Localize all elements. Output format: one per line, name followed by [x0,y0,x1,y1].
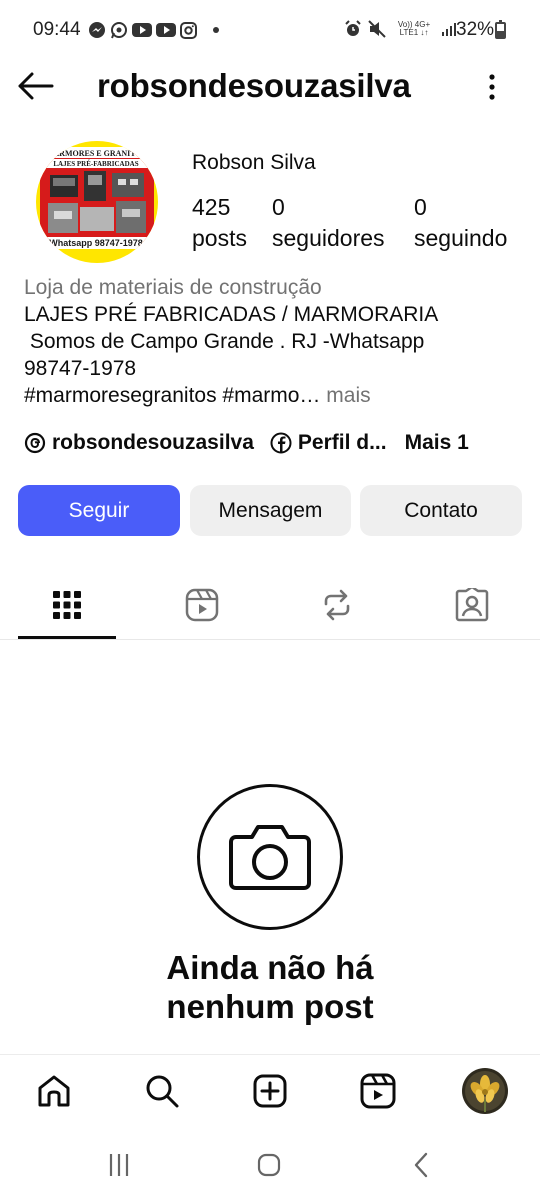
avatar-image: MARMORES E GRANITOS LAJES PRÉ-FABRICADAS… [36,141,158,263]
profile-links: robsondesouzasilva Perfil d... Mais 1 [24,428,469,458]
status-bar: 09:44 Vo)) 4G+ LTE1 ↓↑ 32% [0,0,540,62]
messenger-icon [89,22,105,38]
status-app-icons [88,21,197,39]
network-indicator: Vo)) 4G+ LTE1 ↓↑ [392,21,436,37]
arrow-left-icon [18,72,54,100]
youtube-icon [156,23,176,37]
bio-line: LAJES PRÉ FABRICADAS / MARMORARIA [24,303,439,326]
signal-icon [442,23,456,36]
recent-apps-button[interactable] [102,1150,136,1180]
profile-username: robsondesouzasilva [97,67,411,104]
reels-icon [185,588,219,622]
stat-following-count: 0 [414,194,427,220]
bottom-navigation [0,1054,540,1132]
facebook-link-label: Perfil d... [297,431,387,454]
profile-category: Loja de materiais de construção [24,276,322,299]
profile-full-name: Robson Silva [192,151,316,174]
reels-icon [360,1073,396,1109]
empty-state-message: Ainda não há nenhum post [120,948,420,1026]
network-bottom: LTE1 ↓↑ [399,28,429,37]
empty-state-line2: nenhum post [166,988,374,1025]
nav-reels[interactable] [356,1069,400,1113]
stat-posts[interactable]: 425 posts [192,192,247,254]
nav-create[interactable] [248,1069,292,1113]
more-links-button[interactable]: Mais 1 [405,431,469,455]
flower-avatar-image [462,1068,508,1114]
system-navigation-bar [0,1132,540,1200]
follow-button[interactable]: Seguir [18,485,180,536]
stat-posts-count: 425 [192,194,231,220]
tabs-divider [0,639,540,640]
instagram-icon [180,21,197,39]
stat-following[interactable]: 0 seguindo [414,192,507,254]
grid-icon [53,591,81,619]
bio-more-link[interactable]: mais [320,384,370,407]
home-system-button[interactable] [252,1150,286,1180]
profile-avatar [462,1068,508,1114]
whatsapp-icon [111,22,127,39]
back-button[interactable] [16,68,56,104]
facebook-link[interactable]: Perfil d... [270,431,387,455]
nav-home[interactable] [32,1069,76,1113]
status-time: 09:44 [33,19,81,40]
stat-followers-label: seguidores [272,225,385,251]
bio-line-last: #marmoresegranitos #marmo… mais [24,382,524,409]
chevron-left-icon [414,1152,428,1178]
facebook-icon [270,432,292,454]
status-right-icons: Vo)) 4G+ LTE1 ↓↑ [344,20,457,38]
avatar-text-bottom: Whatsapp 98747-1978 [49,238,143,248]
battery-percent: 32% [456,19,495,40]
nav-profile[interactable] [462,1068,508,1114]
battery-icon [495,20,506,39]
bio-line: 98747-1978 [24,357,137,380]
home-circle-icon [257,1153,281,1177]
stat-following-label: seguindo [414,225,508,251]
notification-dot [213,27,219,33]
threads-icon [24,432,46,454]
search-icon [146,1075,179,1108]
avatar-text-top: MARMORES E GRANITOS [46,149,147,158]
bio-line: Somos de Campo Grande . RJ -Whatsapp [24,330,425,353]
tab-reposts[interactable] [317,583,357,627]
more-vertical-icon [489,74,495,100]
threads-link[interactable]: robsondesouzasilva [24,431,254,455]
stat-posts-label: posts [192,225,247,251]
home-icon [38,1075,70,1107]
tagged-user-icon [455,588,489,622]
threads-link-label: robsondesouzasilva [52,431,254,454]
nav-search[interactable] [140,1069,184,1113]
tab-tagged[interactable] [452,583,492,627]
contact-button[interactable]: Contato [360,485,522,536]
alarm-icon [345,20,361,36]
repost-icon [324,589,350,621]
empty-state-circle [197,784,343,930]
empty-state-line1: Ainda não há [166,949,374,986]
create-icon [253,1074,287,1108]
avatar-text-sub: LAJES PRÉ-FABRICADAS [53,160,138,168]
tab-grid[interactable] [47,583,87,627]
tab-reels[interactable] [182,583,222,627]
stat-followers-count: 0 [272,194,285,220]
recent-apps-icon [109,1154,129,1176]
stat-followers[interactable]: 0 seguidores [272,192,385,254]
camera-icon [229,825,311,890]
profile-header: robsondesouzasilva [0,62,540,112]
mute-icon [368,20,386,38]
profile-bio: Loja de materiais de construção LAJES PR… [24,274,524,409]
options-button[interactable] [478,72,506,102]
back-system-button[interactable] [404,1150,438,1180]
youtube-icon [132,23,152,37]
bio-hashtags: #marmoresegranitos #marmo… [24,384,321,407]
profile-avatar[interactable]: MARMORES E GRANITOS LAJES PRÉ-FABRICADAS… [36,141,158,263]
message-button[interactable]: Mensagem [190,485,351,536]
